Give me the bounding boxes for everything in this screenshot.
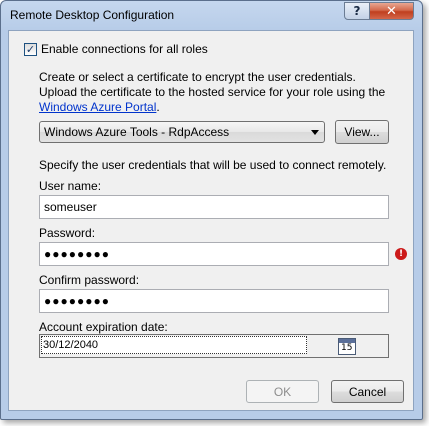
chevron-down-icon <box>311 130 319 135</box>
certificate-selected: Windows Azure Tools - RdpAccess <box>44 125 230 139</box>
enable-connections-checkbox[interactable]: ✓ <box>24 43 37 56</box>
enable-connections-label[interactable]: Enable connections for all roles <box>41 42 208 56</box>
confirm-password-field[interactable]: ●●●●●●●● <box>39 289 389 313</box>
password-label: Password: <box>39 226 96 240</box>
ok-button-label: OK <box>273 384 292 399</box>
view-certificate-button[interactable]: View... <box>335 120 389 144</box>
password-field[interactable]: ●●●●●●●● <box>39 242 389 266</box>
portal-suffix: . <box>156 100 160 114</box>
username-label: User name: <box>39 179 102 193</box>
username-field[interactable]: someuser <box>39 195 389 219</box>
close-button[interactable]: ✕ <box>369 2 414 20</box>
portal-line: Windows Azure Portal. <box>39 100 160 114</box>
credentials-instructions: Specify the user credentials that will b… <box>39 158 387 172</box>
expiration-label: Account expiration date: <box>39 320 168 334</box>
calendar-button[interactable]: 15 <box>338 338 356 355</box>
username-value: someuser <box>44 200 97 214</box>
dialog-window: Remote Desktop Configuration ? ✕ ✓ Enabl… <box>0 0 423 420</box>
azure-portal-link[interactable]: Windows Azure Portal <box>39 100 156 114</box>
certificate-instructions-line1: Create or select a certificate to encryp… <box>39 70 356 84</box>
expiration-date-picker[interactable]: 30/12/2040 15 <box>39 334 389 358</box>
view-button-label: View... <box>344 125 380 139</box>
certificate-instructions-line2: Upload the certificate to the hosted ser… <box>39 85 386 99</box>
calendar-day: 15 <box>341 343 353 353</box>
ok-button[interactable]: OK <box>246 380 319 403</box>
certificate-dropdown[interactable]: Windows Azure Tools - RdpAccess <box>39 121 325 143</box>
expiration-date-value: 30/12/2040 <box>43 339 99 351</box>
help-button[interactable]: ? <box>344 2 370 20</box>
dialog-content: ✓ Enable connections for all roles Creat… <box>8 30 414 411</box>
confirm-password-label: Confirm password: <box>39 273 140 287</box>
confirm-password-value: ●●●●●●●● <box>44 294 110 308</box>
help-icon: ? <box>353 4 361 18</box>
close-icon: ✕ <box>386 3 397 19</box>
error-icon: ! <box>395 248 407 260</box>
expiration-date-field[interactable]: 30/12/2040 <box>41 336 307 354</box>
title-bar[interactable]: Remote Desktop Configuration ? ✕ <box>1 1 422 30</box>
cancel-button[interactable]: Cancel <box>331 380 404 403</box>
password-value: ●●●●●●●● <box>44 247 110 261</box>
cancel-button-label: Cancel <box>348 384 387 399</box>
window-title: Remote Desktop Configuration <box>10 8 175 22</box>
checkmark-icon: ✓ <box>25 43 36 56</box>
